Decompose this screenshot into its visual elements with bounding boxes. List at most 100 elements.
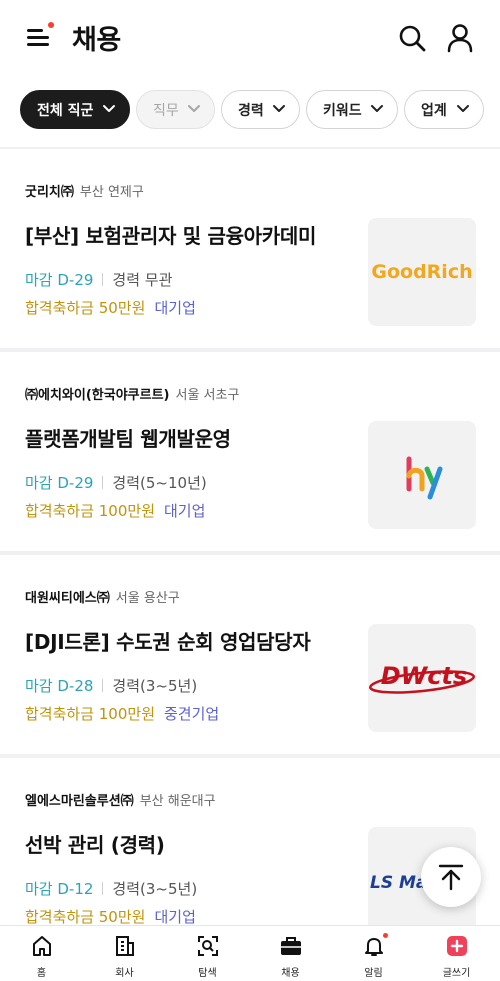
- company-size: 중견기업: [164, 705, 220, 723]
- nav-company[interactable]: 회사: [83, 926, 166, 981]
- hiring-bonus: 합격축하금 50만원: [25, 908, 146, 926]
- filter-experience[interactable]: 경력: [221, 90, 300, 129]
- bonus-line: 합격축하금 50만원 대기업: [25, 297, 196, 318]
- meta-separator: [102, 273, 104, 286]
- deadline-label: 마감 D-12: [25, 880, 94, 898]
- company-name: 엘에스마린솔루션㈜: [25, 794, 134, 809]
- job-title: 선박 관리 (경력): [25, 833, 165, 857]
- building-icon: [116, 936, 134, 956]
- job-location: 부산 해운대구: [139, 794, 216, 809]
- company-line: 대원씨티에스㈜ 서울 용산구: [25, 587, 180, 606]
- company-name: ㈜에치와이(한국야쿠르트): [25, 388, 170, 403]
- menu-icon-line: [27, 36, 49, 39]
- plus-icon: [447, 936, 467, 956]
- experience-label: 경력(3~5년): [112, 880, 198, 898]
- nav-label: 채용: [281, 968, 300, 979]
- filter-all-jobs[interactable]: 전체 직군: [20, 90, 130, 129]
- company-logo: GoodRich: [368, 218, 476, 326]
- job-title: [부산] 보험관리자 및 금융아카데미: [25, 224, 317, 248]
- chevron-down-icon: [457, 105, 469, 112]
- job-list: 굿리치㈜ 부산 연제구 [부산] 보험관리자 및 금융아카데미 마감 D-29 경력…: [0, 149, 500, 961]
- job-location: 서울 서초구: [175, 388, 240, 403]
- job-title: [DJI드론] 수도권 순회 영업담당자: [25, 630, 311, 654]
- menu-button[interactable]: [24, 22, 56, 52]
- profile-button[interactable]: [444, 22, 476, 54]
- filter-bar: 전체 직군 직무 경력 키워드 업계: [0, 90, 500, 130]
- bonus-line: 합격축하금 100만원 중견기업: [25, 703, 219, 724]
- job-title: 플랫폼개발팀 웹개발운영: [25, 427, 231, 451]
- company-logo: [368, 421, 476, 529]
- company-line: ㈜에치와이(한국야쿠르트) 서울 서초구: [25, 384, 239, 403]
- job-meta: 마감 D-29 경력 무관: [25, 269, 172, 290]
- filter-label: 업계: [421, 102, 447, 119]
- logo-text: GoodRich: [371, 261, 472, 283]
- app: 채용 전체 직군 직무 경력 키워드 업계 굿리치㈜ 부산 연제구 [부산] 보…: [0, 0, 500, 981]
- chevron-down-icon: [371, 105, 383, 112]
- bell-icon: [365, 938, 383, 956]
- filter-label: 경력: [238, 102, 264, 119]
- nav-notifications[interactable]: 알림: [332, 926, 415, 981]
- hiring-bonus: 합격축하금 50만원: [25, 299, 146, 317]
- company-logo: DWcts: [368, 624, 476, 732]
- chevron-down-icon: [103, 105, 115, 112]
- notification-dot: [48, 22, 54, 28]
- company-size: 대기업: [154, 908, 196, 926]
- nav-home[interactable]: 홈: [0, 926, 83, 981]
- chevron-down-icon: [188, 105, 200, 112]
- meta-separator: [102, 679, 104, 692]
- arrow-up-icon: [438, 864, 464, 891]
- menu-icon-line: [27, 43, 49, 46]
- job-card[interactable]: ㈜에치와이(한국야쿠르트) 서울 서초구 플랫폼개발팀 웹개발운영 마감 D-29…: [0, 352, 500, 555]
- nav-jobs[interactable]: 채용: [249, 926, 332, 981]
- meta-separator: [102, 882, 104, 895]
- bottom-navigation: 홈 회사 탐색 채용 알림 글쓰기: [0, 925, 500, 981]
- hy-logo: [406, 456, 443, 500]
- job-meta: 마감 D-12 경력(3~5년): [25, 878, 197, 899]
- filter-keyword[interactable]: 키워드: [306, 90, 398, 129]
- filter-job-role[interactable]: 직무: [136, 90, 215, 129]
- company-size: 대기업: [164, 502, 206, 520]
- company-size: 대기업: [154, 299, 196, 317]
- bonus-line: 합격축하금 100만원 대기업: [25, 500, 205, 521]
- notification-dot: [383, 933, 388, 938]
- company-name: 굿리치㈜: [25, 185, 74, 200]
- nav-label: 탐색: [198, 968, 217, 979]
- job-meta: 마감 D-28 경력(3~5년): [25, 675, 197, 696]
- deadline-label: 마감 D-28: [25, 677, 94, 695]
- hiring-bonus: 합격축하금 100만원: [25, 705, 155, 723]
- search-icon: [399, 25, 426, 52]
- company-line: 엘에스마린솔루션㈜ 부산 해운대구: [25, 790, 216, 809]
- page-title: 채용: [72, 25, 121, 56]
- explore-icon: [198, 936, 218, 956]
- scroll-to-top-button[interactable]: [421, 847, 481, 907]
- meta-separator: [102, 476, 104, 489]
- nav-label: 글쓰기: [442, 968, 471, 979]
- job-location: 서울 용산구: [115, 591, 180, 606]
- menu-icon: [27, 29, 43, 32]
- filter-label: 직무: [153, 102, 179, 119]
- logo-text: DWcts: [381, 662, 467, 690]
- company-name: 대원씨티에스㈜: [25, 591, 110, 606]
- briefcase-icon: [281, 937, 301, 955]
- experience-label: 경력(5~10년): [112, 474, 207, 492]
- company-line: 굿리치㈜ 부산 연제구: [25, 181, 144, 200]
- user-icon: [447, 24, 473, 53]
- job-meta: 마감 D-29 경력(5~10년): [25, 472, 207, 493]
- search-button[interactable]: [396, 22, 428, 54]
- nav-write[interactable]: 글쓰기: [415, 926, 498, 981]
- chevron-down-icon: [273, 105, 285, 112]
- experience-label: 경력 무관: [112, 271, 173, 289]
- deadline-label: 마감 D-29: [25, 271, 94, 289]
- filter-label: 전체 직군: [37, 102, 94, 119]
- bonus-line: 합격축하금 50만원 대기업: [25, 906, 196, 927]
- filter-industry[interactable]: 업계: [404, 90, 484, 129]
- filter-label: 키워드: [323, 102, 362, 119]
- nav-explore[interactable]: 탐색: [166, 926, 249, 981]
- deadline-label: 마감 D-29: [25, 474, 94, 492]
- job-location: 부산 연제구: [79, 185, 144, 200]
- experience-label: 경력(3~5년): [112, 677, 198, 695]
- home-icon: [33, 936, 51, 956]
- job-card[interactable]: 대원씨티에스㈜ 서울 용산구 [DJI드론] 수도권 순회 영업담당자 마감 D-…: [0, 555, 500, 758]
- nav-label: 회사: [115, 968, 134, 979]
- job-card[interactable]: 굿리치㈜ 부산 연제구 [부산] 보험관리자 및 금융아카데미 마감 D-29 경력…: [0, 149, 500, 352]
